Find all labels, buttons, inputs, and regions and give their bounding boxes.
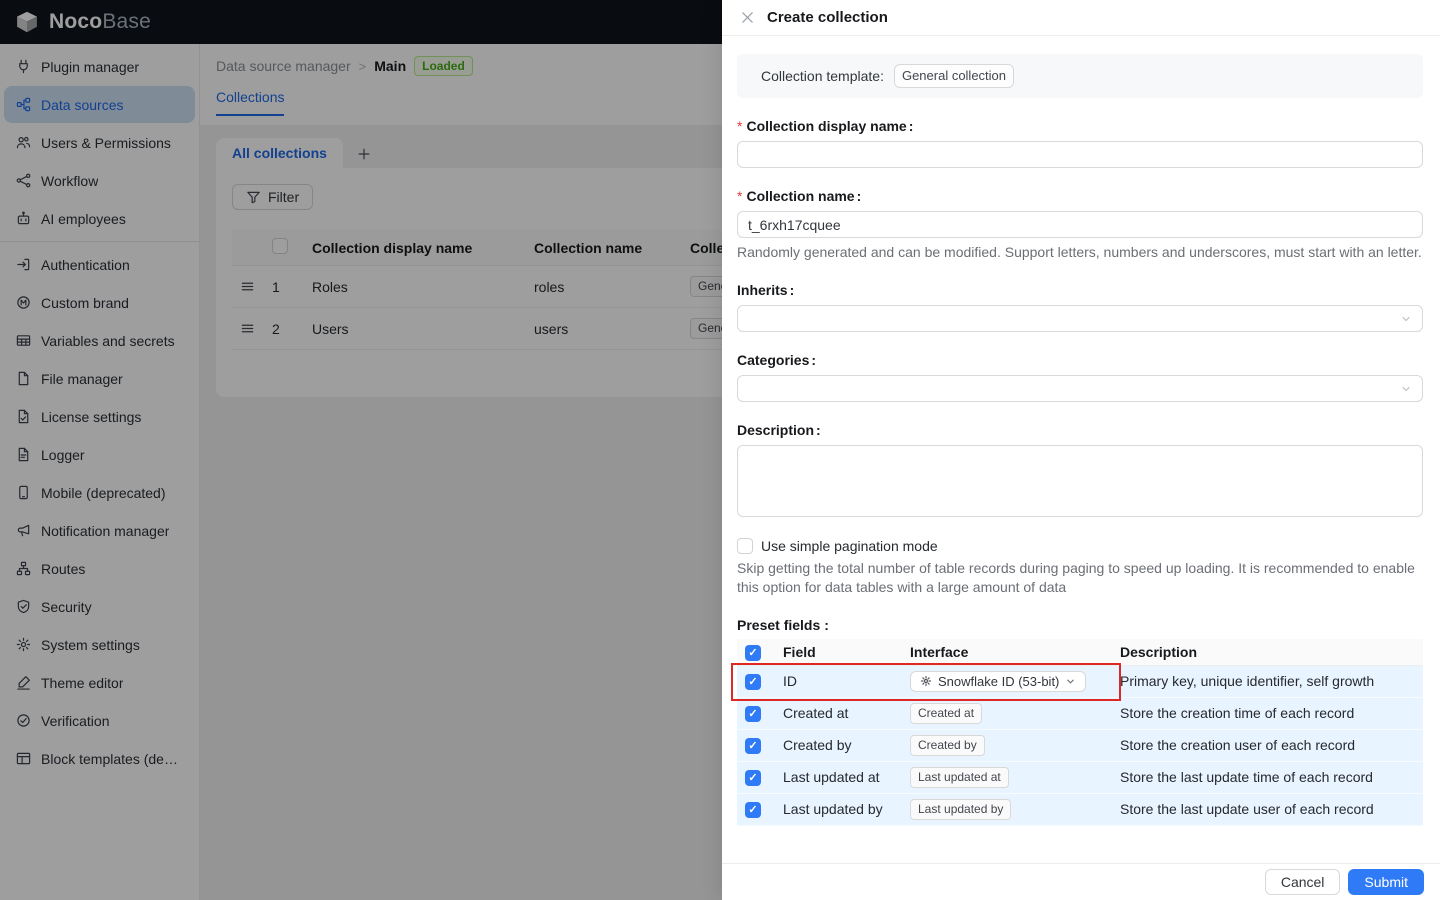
- preset-fields-table: ✓ Field Interface Description ✓ ID Snowfla…: [737, 639, 1423, 826]
- preset-row-checkbox[interactable]: ✓: [745, 706, 761, 722]
- preset-select-all-checkbox[interactable]: ✓: [745, 644, 761, 661]
- chevron-down-icon: [1400, 383, 1412, 395]
- preset-row-created-at: ✓ Created at Created at Store the creation …: [737, 697, 1423, 730]
- chevron-down-icon: [1400, 313, 1412, 325]
- collection-template-tag: General collection: [893, 64, 1015, 88]
- preset-field-description: Store the creation time of each record: [1112, 697, 1423, 730]
- preset-row-id: ✓ ID Snowflake ID (53-bit) Primary key, uni…: [737, 665, 1423, 698]
- submit-button[interactable]: Submit: [1348, 869, 1424, 895]
- name-label: * Collection name:: [737, 188, 862, 204]
- inherits-label: Inherits:: [737, 282, 795, 298]
- preset-row-created-by: ✓ Created by Created by Store the creation …: [737, 729, 1423, 762]
- inherits-select[interactable]: [737, 305, 1423, 332]
- drawer-title: Create collection: [767, 9, 888, 26]
- description-textarea[interactable]: [737, 445, 1423, 517]
- preset-col-field: Field: [775, 639, 902, 666]
- preset-fields-table-wrap: ✓ Field Interface Description ✓ ID Snowfla…: [731, 639, 1423, 826]
- drawer-footer: Cancel Submit: [722, 863, 1440, 900]
- close-icon[interactable]: [740, 10, 755, 25]
- interface-tag: Last updated at: [910, 766, 1009, 788]
- preset-row-checkbox[interactable]: ✓: [745, 770, 761, 786]
- preset-field-name: Created by: [775, 729, 902, 762]
- preset-field-name: Last updated at: [775, 761, 902, 794]
- required-mark: *: [737, 188, 743, 204]
- interface-dropdown[interactable]: Snowflake ID (53-bit): [910, 670, 1087, 692]
- drawer-header: Create collection: [722, 0, 1440, 36]
- form-item-inherits: Inherits:: [737, 282, 1423, 332]
- form-item-categories: Categories:: [737, 352, 1423, 402]
- pagination-help-text: Skip getting the total number of table r…: [737, 560, 1415, 595]
- preset-field-name: ID: [775, 665, 902, 698]
- preset-select-all-header: ✓: [737, 639, 775, 666]
- form-item-description: Description:: [737, 422, 1423, 517]
- drawer-body: Collection template: General collection …: [722, 36, 1440, 863]
- app-root: NocoBase Plugin manager Data sources Users…: [0, 0, 1440, 900]
- pagination-checkbox[interactable]: [737, 538, 753, 554]
- preset-row-checkbox[interactable]: ✓: [745, 674, 761, 690]
- preset-row-last-updated-at: ✓ Last updated at Last updated at Store the…: [737, 761, 1423, 794]
- preset-field-description: Primary key, unique identifier, self gro…: [1112, 665, 1423, 698]
- description-label: Description:: [737, 422, 821, 438]
- preset-header-row: ✓ Field Interface Description: [737, 639, 1423, 666]
- preset-col-description: Description: [1112, 639, 1423, 666]
- preset-field-description: Store the last update time of each recor…: [1112, 761, 1423, 794]
- collection-template-panel: Collection template: General collection: [737, 54, 1423, 98]
- interface-tag: Last updated by: [910, 798, 1012, 820]
- preset-row-checkbox[interactable]: ✓: [745, 802, 761, 818]
- preset-col-interface: Interface: [902, 639, 1112, 666]
- categories-select[interactable]: [737, 375, 1423, 402]
- preset-row-checkbox[interactable]: ✓: [745, 738, 761, 754]
- chevron-down-icon: [1065, 676, 1076, 687]
- form-item-display-name: * Collection display name:: [737, 118, 1423, 168]
- pagination-label: Use simple pagination mode: [761, 538, 938, 554]
- preset-fields-label: Preset fields:: [737, 617, 829, 633]
- display-name-input[interactable]: [737, 141, 1423, 168]
- cancel-button[interactable]: Cancel: [1264, 869, 1341, 895]
- preset-field-name: Created at: [775, 697, 902, 730]
- preset-field-name: Last updated by: [775, 793, 902, 826]
- name-input[interactable]: t_6rxh17cquee: [737, 211, 1423, 238]
- preset-row-last-updated-by: ✓ Last updated by Last updated by Store the…: [737, 793, 1423, 826]
- name-help-text: Randomly generated and can be modified. …: [737, 244, 1422, 260]
- preset-field-description: Store the last update user of each recor…: [1112, 793, 1423, 826]
- required-mark: *: [737, 118, 743, 134]
- form-item-name: * Collection name: t_6rxh17cquee Randoml…: [737, 188, 1423, 262]
- interface-tag: Created by: [910, 734, 985, 756]
- preset-field-description: Store the creation user of each record: [1112, 729, 1423, 762]
- create-collection-drawer: Create collection Collection template: G…: [722, 0, 1440, 900]
- categories-label: Categories:: [737, 352, 817, 368]
- interface-dropdown-label: Snowflake ID (53-bit): [938, 673, 1060, 689]
- interface-tag: Created at: [910, 702, 983, 724]
- pagination-mode-row: Use simple pagination mode: [737, 538, 1423, 554]
- collection-template-label: Collection template:: [761, 68, 884, 84]
- display-name-label: * Collection display name:: [737, 118, 914, 134]
- gear-icon: [920, 675, 932, 687]
